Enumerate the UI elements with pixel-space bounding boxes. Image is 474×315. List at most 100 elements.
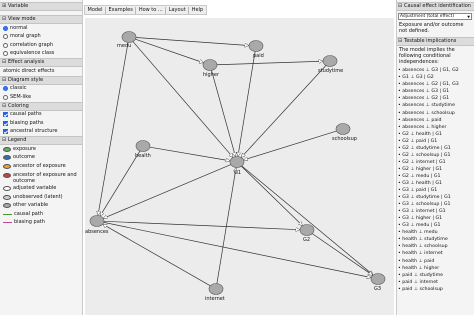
edge-health-G1[interactable] [149, 146, 230, 161]
implication-item: • absences ⊥ higher [398, 124, 474, 131]
view-mode-moral-graph[interactable]: moral graph [0, 33, 82, 42]
edge-health-absences[interactable] [100, 150, 141, 216]
radio-button[interactable] [3, 42, 8, 48]
implication-item: • G2 ⊥ paid | G1 [398, 138, 474, 145]
edge-higher-G1[interactable] [211, 70, 235, 156]
diagram-style-section-header[interactable]: ⊟ Diagram style [0, 75, 82, 85]
node-G2[interactable] [299, 224, 315, 236]
node-health[interactable] [135, 140, 151, 152]
radio-button[interactable] [3, 25, 8, 31]
legend-label: adjusted variable [13, 185, 57, 192]
implication-text: G3 ⊥ studytime | G1 [402, 195, 451, 201]
legend-section-header[interactable]: ⊟ Legend [0, 136, 82, 145]
testable-implications-section-header[interactable]: ⊟ Testable implications [397, 36, 474, 46]
diagram-style-sem-like[interactable]: SEM-like [0, 93, 82, 102]
bullet-icon: • [398, 124, 401, 130]
edge-higher-studytime[interactable] [216, 61, 323, 66]
coloring-causal-paths[interactable]: causal paths [0, 111, 82, 120]
other-variable-swatch-icon [3, 203, 11, 209]
bullet-icon: • [398, 145, 401, 151]
menu-examples[interactable]: Examples [106, 7, 135, 13]
implication-text: absences ⊥ G3 | G1, G2 [402, 68, 459, 74]
effect-analysis-section-header[interactable]: ⊟ Effect analysis [0, 58, 82, 67]
view-mode-options: normal moral graph correlation graph equiva… [0, 24, 82, 58]
variable-section-header[interactable]: ⊞ Variable [0, 2, 82, 11]
edge-medu-paid[interactable] [135, 37, 249, 45]
node-internet[interactable] [208, 283, 224, 295]
menu-layout[interactable]: Layout [166, 7, 188, 13]
edge-studytime-G1[interactable] [241, 65, 327, 157]
option-label: SEM-like [10, 93, 32, 100]
implication-item: • absences ⊥ G2 | G1, G3 [398, 81, 474, 88]
dag-canvas[interactable]: medu higher paid studytime schoolsup health G1… [85, 18, 394, 315]
radio-button[interactable] [3, 86, 8, 92]
left-panel: ⊞ Variable ⊟ View mode normal moral graph… [0, 0, 83, 315]
implication-text: G2 ⊥ medu | G1 [402, 173, 441, 179]
checkbox[interactable] [3, 120, 8, 126]
node-G1[interactable] [229, 156, 245, 168]
legend-item-adjusted-variable: adjusted variable [0, 185, 82, 194]
dag-diagram[interactable]: medu higher paid studytime schoolsup health G1… [85, 18, 394, 315]
edge-schoolsup-G1[interactable] [244, 130, 337, 160]
edge-internet-G1[interactable] [216, 168, 236, 284]
implication-item: • absences ⊥ schoolsup [398, 110, 474, 117]
coloring-ancestral-structure[interactable]: ancestral structure [0, 128, 82, 137]
implication-text: absences ⊥ higher [402, 124, 447, 130]
implication-item: • G2 ⊥ internet | G1 [398, 159, 474, 166]
menu-how-to[interactable]: How to ... [136, 7, 165, 13]
node-medu[interactable] [121, 31, 137, 43]
node-higher[interactable] [202, 59, 218, 71]
implication-text: health ⊥ paid [402, 258, 435, 264]
radio-button[interactable] [3, 34, 8, 40]
radio-button[interactable] [3, 51, 8, 57]
legend-items: exposure outcome ancestor of exposure ances… [0, 145, 82, 227]
view-mode-section-header[interactable]: ⊟ View mode [0, 15, 82, 24]
implication-text: G2 ⊥ paid | G1 [402, 138, 438, 144]
bullet-icon: • [398, 173, 401, 179]
radio-button[interactable] [3, 94, 8, 100]
view-mode-equivalence-class[interactable]: equivalence class [0, 50, 82, 59]
bullet-icon: • [398, 258, 401, 264]
view-mode-normal[interactable]: normal [0, 24, 82, 33]
edge-medu-higher[interactable] [135, 38, 203, 62]
effect-analysis-header-label: Effect analysis [8, 59, 45, 65]
bullet-icon: • [398, 152, 401, 158]
implication-text: health ⊥ schoolsup [402, 244, 448, 250]
edge-G2-G3[interactable] [312, 233, 372, 275]
node-label-schoolsup: schoolsup [332, 136, 357, 142]
edge-medu-absences[interactable] [98, 42, 129, 215]
view-mode-correlation-graph[interactable]: correlation graph [0, 41, 82, 50]
legend-label: other variable [13, 202, 49, 209]
checkbox[interactable] [3, 112, 8, 118]
edge-medu-G1[interactable] [132, 41, 233, 158]
node-studytime[interactable] [322, 55, 338, 67]
node-schoolsup[interactable] [335, 123, 351, 135]
legend-label: unobserved (latent) [13, 193, 63, 200]
menu-help[interactable]: Help [189, 7, 205, 13]
implication-text: G2 ⊥ internet | G1 [402, 159, 446, 165]
bullet-icon: • [398, 181, 401, 186]
option-label: ancestral structure [10, 128, 58, 135]
node-G3[interactable] [370, 273, 386, 285]
node-absences[interactable] [89, 215, 105, 227]
effect-atomic-direct-effects[interactable]: atomic direct effects [0, 67, 82, 76]
coloring-section-header[interactable]: ⊟ Coloring [0, 101, 82, 111]
causal-effect-section-header[interactable]: ⊟ Causal effect identification [397, 2, 474, 11]
view-mode-header-label: View mode [8, 16, 36, 22]
adjusted-variable-swatch-icon [3, 186, 11, 192]
coloring-biasing-paths[interactable]: biasing paths [0, 119, 82, 128]
legend-header-label: Legend [8, 137, 27, 143]
implication-text: paid ⊥ schoolsup [402, 286, 443, 292]
node-paid[interactable] [248, 40, 264, 52]
effect-type-select[interactable]: Adjustment (total effect) ▼ [398, 13, 472, 20]
edge-paid-G1[interactable] [238, 51, 256, 156]
edge-G1-absences[interactable] [104, 164, 231, 219]
edge-G1-G2[interactable] [241, 166, 302, 225]
edge-G1-G3[interactable] [241, 165, 373, 275]
node-label-health: health [135, 153, 151, 159]
checkbox[interactable] [3, 129, 8, 135]
edge-absences-G3[interactable] [103, 222, 371, 277]
menu-model[interactable]: Model [85, 7, 105, 13]
implication-text: health ⊥ medu [402, 230, 438, 236]
diagram-style-classic[interactable]: classic [0, 85, 82, 94]
